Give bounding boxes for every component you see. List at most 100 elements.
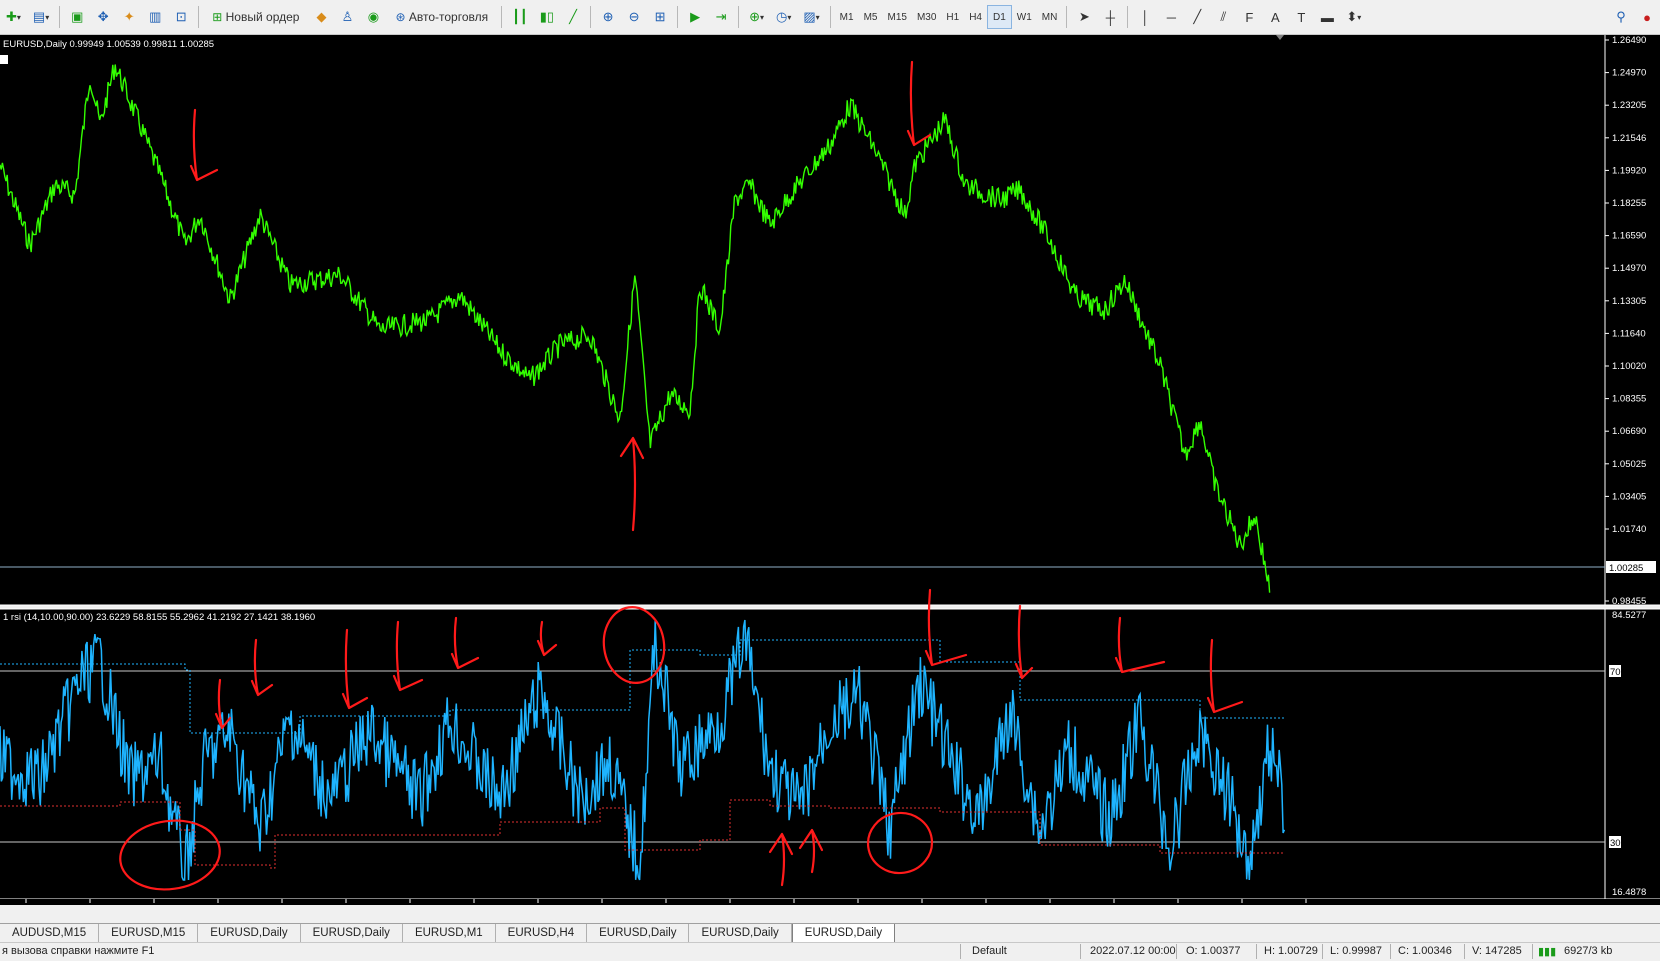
- toolbar-divider: [1066, 6, 1068, 28]
- chart-tab[interactable]: AUDUSD,M15: [0, 924, 100, 943]
- new-order-button[interactable]: ⊞ Новый ордер: [205, 5, 306, 29]
- chart-tab[interactable]: EURUSD,H4: [496, 924, 588, 943]
- autotrading-icon: ⊛: [395, 10, 406, 24]
- trendline-icon[interactable]: ╱: [1186, 5, 1208, 29]
- timeframe-w1[interactable]: W1: [1012, 6, 1037, 28]
- price-tick-label: 1.10020: [1612, 361, 1646, 372]
- price-tick-label: 1.03405: [1612, 491, 1646, 502]
- rsi-indicator-window[interactable]: [0, 609, 1605, 899]
- price-tick-label: 1.23205: [1612, 100, 1646, 111]
- text-icon[interactable]: A: [1264, 5, 1286, 29]
- new-order-label: Новый ордер: [225, 10, 300, 24]
- price-tick-label: 1.18255: [1612, 198, 1646, 209]
- status-close: C: 1.00346: [1398, 945, 1452, 957]
- search-icon[interactable]: ⚲: [1610, 5, 1632, 29]
- price-tick-label: 1.06690: [1612, 426, 1646, 437]
- notifications-icon[interactable]: ●: [1636, 5, 1658, 29]
- timeframe-m30[interactable]: M30: [912, 6, 941, 28]
- status-profile[interactable]: Default: [972, 945, 1007, 957]
- timeframe-h4[interactable]: H4: [964, 6, 987, 28]
- cursor-icon[interactable]: ➤: [1073, 5, 1095, 29]
- status-help: я вызова справки нажмите F1: [2, 945, 155, 957]
- new-chart-icon[interactable]: ✚ ▾: [2, 5, 25, 29]
- indicators-icon[interactable]: ⊕ ▾: [745, 5, 768, 29]
- status-datetime: 2022.07.12 00:00: [1090, 945, 1176, 957]
- timeframe-m15[interactable]: M15: [882, 6, 911, 28]
- metaeditor-icon[interactable]: ◆: [310, 5, 332, 29]
- rsi-scale-label: 30: [1610, 838, 1621, 849]
- profiles-icon[interactable]: ▤ ▾: [29, 5, 53, 29]
- horizontal-line-icon[interactable]: ─: [1160, 5, 1182, 29]
- data-window-icon[interactable]: ✥: [92, 5, 114, 29]
- timeframe-d1[interactable]: D1: [986, 5, 1012, 29]
- candlestick-icon[interactable]: ▮▯: [536, 5, 558, 29]
- price-tick-label: 1.08355: [1612, 394, 1646, 405]
- experts-icon[interactable]: ♙: [336, 5, 358, 29]
- shapes-icon[interactable]: ⬍ ▾: [1342, 5, 1365, 29]
- market-watch-icon[interactable]: ▣: [66, 5, 88, 29]
- bar-chart-icon[interactable]: ┃┃: [508, 5, 532, 29]
- status-bar: я вызова справки нажмите F1 Default 2022…: [0, 942, 1660, 961]
- toolbar-divider: [59, 6, 61, 28]
- time-axis: [0, 899, 1660, 905]
- templates-icon[interactable]: ▨ ▾: [799, 5, 823, 29]
- timeframe-h1[interactable]: H1: [941, 6, 964, 28]
- signals-icon[interactable]: ◉: [362, 5, 384, 29]
- zoom-out-icon[interactable]: ⊖: [623, 5, 645, 29]
- rsi-header: 1 rsi (14,10.00,90.00) 23.6229 58.8155 5…: [3, 612, 315, 623]
- toolbar-divider: [677, 6, 679, 28]
- price-tick-label: 0.98455: [1612, 596, 1646, 607]
- chart-tab[interactable]: EURUSD,Daily: [689, 924, 792, 943]
- vertical-line-icon[interactable]: │: [1134, 5, 1156, 29]
- chart-trade-toggle-icon[interactable]: [0, 55, 8, 64]
- status-volume: V: 147285: [1472, 945, 1522, 957]
- toolbar-divider: [738, 6, 740, 28]
- price-tick-label: 1.19920: [1612, 165, 1646, 176]
- autotrading-label: Авто-торговля: [408, 10, 489, 24]
- text-label-icon[interactable]: T: [1290, 5, 1312, 29]
- status-high: H: 1.00729: [1264, 945, 1318, 957]
- rsi-scale-label: 70: [1610, 667, 1621, 678]
- current-price-label: 1.00285: [1609, 563, 1643, 574]
- chart-tab[interactable]: EURUSD,M1: [403, 924, 496, 943]
- tile-windows-icon[interactable]: ⊞: [649, 5, 671, 29]
- periods-icon[interactable]: ◷ ▾: [772, 5, 795, 29]
- price-tick-label: 1.05025: [1612, 459, 1646, 470]
- status-open: O: 1.00377: [1186, 945, 1241, 957]
- toolbar-divider: [590, 6, 592, 28]
- terminal-icon[interactable]: ▥: [144, 5, 166, 29]
- price-tick-label: 1.21546: [1612, 133, 1646, 144]
- navigator-icon[interactable]: ✦: [118, 5, 140, 29]
- chart-tab[interactable]: EURUSD,Daily: [198, 924, 301, 943]
- rsi-scale-label: 84.5277: [1612, 610, 1646, 621]
- timeframe-m1[interactable]: M1: [835, 6, 859, 28]
- autotrading-button[interactable]: ⊛ Авто-торговля: [388, 5, 495, 29]
- strategy-tester-icon[interactable]: ⊡: [170, 5, 192, 29]
- fibonacci-icon[interactable]: F: [1238, 5, 1260, 29]
- chart-tab[interactable]: EURUSD,M15: [99, 924, 199, 943]
- chart-tab[interactable]: EURUSD,Daily: [587, 924, 690, 943]
- new-order-icon: ⊞: [212, 10, 223, 24]
- toolbar-divider: [829, 6, 831, 28]
- main-chart-window[interactable]: [0, 35, 1605, 605]
- price-tick-label: 1.01740: [1612, 524, 1646, 535]
- crosshair-icon[interactable]: ┼: [1099, 5, 1121, 29]
- line-chart-icon[interactable]: ╱: [562, 5, 584, 29]
- price-tick-label: 1.14970: [1612, 263, 1646, 274]
- price-tick-label: 1.24970: [1612, 68, 1646, 79]
- chart-shift-icon[interactable]: ⇥: [710, 5, 732, 29]
- timeframe-m5[interactable]: M5: [859, 6, 883, 28]
- auto-scroll-icon[interactable]: ▶: [684, 5, 706, 29]
- connection-icon: ▮▮▮: [1538, 946, 1557, 958]
- chart-tab[interactable]: EURUSD,Daily: [301, 924, 403, 943]
- channel-icon[interactable]: ⫽: [1212, 5, 1234, 29]
- toolbar-divider: [1127, 6, 1129, 28]
- zoom-in-icon[interactable]: ⊕: [597, 5, 619, 29]
- timeframe-mn[interactable]: MN: [1037, 6, 1063, 28]
- price-tick-label: 1.26490: [1612, 35, 1646, 46]
- arrows-icon[interactable]: ▬: [1316, 5, 1338, 29]
- chart-tab[interactable]: EURUSD,Daily: [791, 924, 896, 943]
- price-tick-label: 1.16590: [1612, 231, 1646, 242]
- chart-area[interactable]: 1.26490 1.24970 1.23205 1.21546 1.19920 1.182…: [0, 35, 1660, 905]
- timeframe-group: M1 M5 M15 M30 H1 H4 D1 W1 MN: [835, 5, 1063, 29]
